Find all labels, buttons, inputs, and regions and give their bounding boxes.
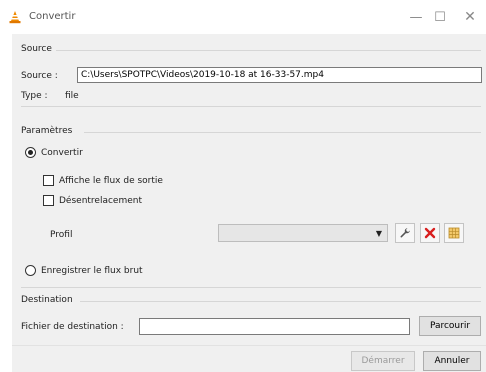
- deinterlace-checkbox[interactable]: [43, 195, 54, 206]
- maximize-button[interactable]: ☐: [426, 6, 454, 28]
- window-title: Convertir: [29, 11, 76, 22]
- destination-top-divider: [21, 287, 481, 288]
- raw-dump-label: Enregistrer le flux brut: [41, 266, 143, 276]
- cancel-button[interactable]: Annuler: [423, 351, 481, 371]
- wrench-icon: [400, 228, 410, 238]
- edit-profile-button[interactable]: [395, 223, 415, 243]
- dropdown-arrow-icon: ▼: [375, 229, 382, 238]
- show-output-checkbox[interactable]: [43, 175, 54, 186]
- convert-radio[interactable]: [25, 147, 36, 158]
- new-profile-button[interactable]: [444, 223, 464, 243]
- raw-dump-radio[interactable]: [25, 265, 36, 276]
- params-divider: [84, 132, 481, 133]
- params-group-title: Paramètres: [21, 126, 73, 136]
- destination-divider: [80, 301, 481, 302]
- destination-file-label: Fichier de destination :: [21, 322, 124, 332]
- destination-file-field[interactable]: [139, 318, 410, 335]
- type-value: file: [65, 91, 79, 101]
- source-group-title: Source: [21, 44, 52, 54]
- profile-select[interactable]: ▼: [218, 224, 388, 242]
- start-button[interactable]: Démarrer: [351, 351, 415, 371]
- red-x-icon: [424, 227, 436, 239]
- delete-profile-button[interactable]: [420, 223, 440, 243]
- show-output-label: Affiche le flux de sortie: [59, 176, 163, 186]
- close-button[interactable]: ✕: [456, 6, 484, 28]
- vlc-cone-icon: [9, 11, 21, 24]
- browse-button[interactable]: Parcourir: [419, 316, 481, 336]
- convert-label: Convertir: [41, 148, 83, 158]
- source-label: Source :: [21, 71, 58, 81]
- profile-label: Profil: [50, 230, 73, 240]
- grid-icon: [448, 227, 460, 239]
- destination-group-title: Destination: [21, 295, 73, 305]
- title-bar: Convertir — ☐ ✕: [0, 0, 486, 32]
- type-label: Type :: [21, 91, 48, 101]
- source-bottom-divider: [21, 106, 481, 107]
- deinterlace-label: Désentrelacement: [59, 196, 143, 206]
- footer-divider: [12, 345, 486, 346]
- source-field[interactable]: C:\Users\SPOTPC\Videos\2019-10-18 at 16-…: [77, 67, 482, 83]
- source-divider: [56, 50, 481, 51]
- dialog-body: Source Source : C:\Users\SPOTPC\Videos\2…: [12, 34, 486, 372]
